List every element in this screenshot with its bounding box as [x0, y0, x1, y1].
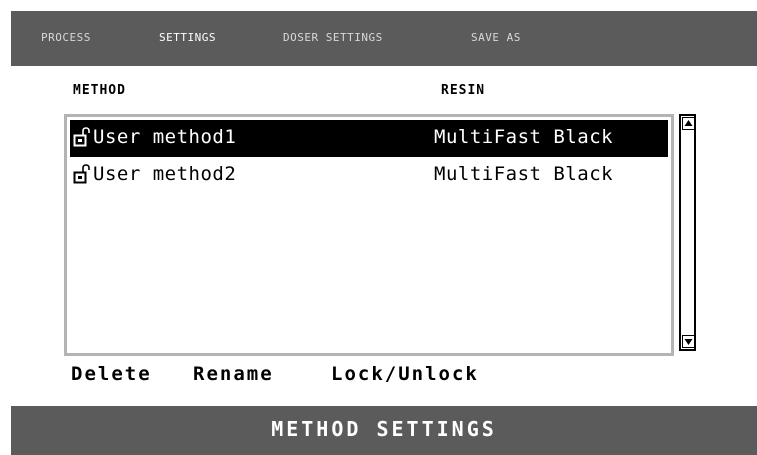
method-resin: MultiFast Black: [434, 126, 614, 148]
method-settings-screen: PROCESS SETTINGS DOSER SETTINGS SAVE AS …: [11, 11, 757, 455]
scroll-down-arrow-icon[interactable]: [682, 335, 695, 348]
bottom-title-bar: METHOD SETTINGS: [11, 406, 757, 455]
unlocked-padlock-icon: [73, 127, 90, 147]
rename-button[interactable]: Rename: [193, 363, 274, 385]
tab-settings[interactable]: SETTINGS: [159, 31, 216, 44]
lock-unlock-button[interactable]: Lock/Unlock: [331, 363, 479, 385]
tab-process[interactable]: PROCESS: [41, 31, 91, 44]
tab-doser-settings[interactable]: DOSER SETTINGS: [283, 31, 383, 44]
unlocked-padlock-icon: [73, 164, 90, 184]
method-list: User method1 MultiFast Black User method…: [64, 114, 674, 356]
method-column-header: METHOD: [73, 83, 126, 98]
tab-save-as[interactable]: SAVE AS: [471, 31, 521, 44]
method-row-1[interactable]: User method1 MultiFast Black: [70, 120, 668, 157]
scroll-up-arrow-icon[interactable]: [682, 117, 695, 130]
delete-button[interactable]: Delete: [71, 363, 152, 385]
top-tab-bar: PROCESS SETTINGS DOSER SETTINGS SAVE AS: [11, 11, 757, 66]
list-scrollbar[interactable]: [679, 114, 696, 351]
screen-title: METHOD SETTINGS: [271, 417, 497, 441]
method-row-2[interactable]: User method2 MultiFast Black: [70, 157, 668, 194]
resin-column-header: RESIN: [441, 83, 486, 98]
method-name: User method2: [93, 163, 237, 185]
method-resin: MultiFast Black: [434, 163, 614, 185]
method-name: User method1: [93, 126, 237, 148]
